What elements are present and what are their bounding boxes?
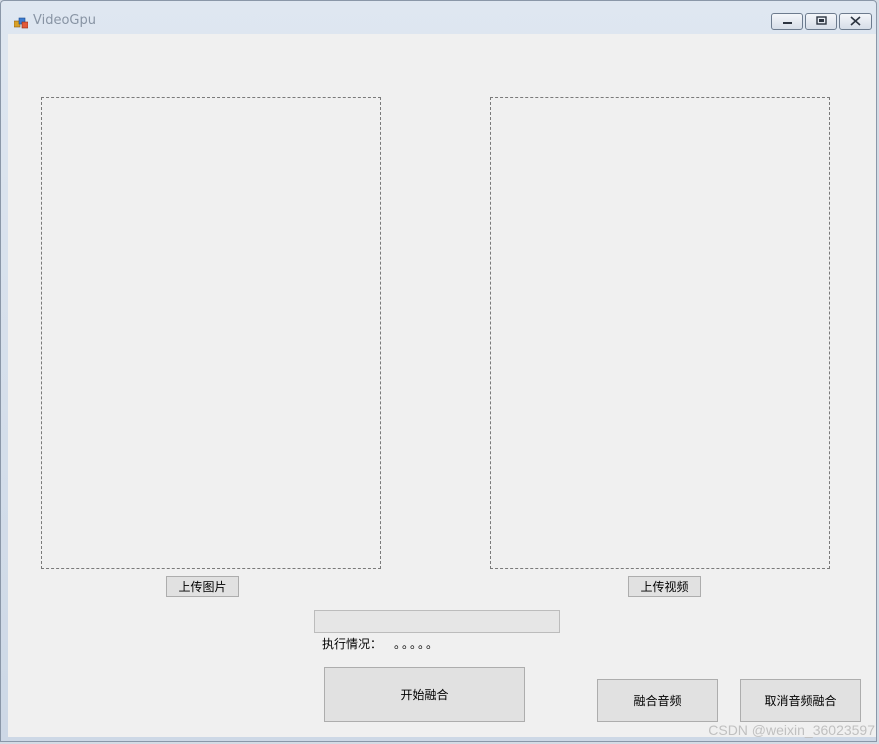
merge-audio-button[interactable]: 融合音频 bbox=[597, 679, 718, 722]
video-preview-box bbox=[490, 97, 830, 569]
title-bar[interactable]: VideoGpu bbox=[1, 1, 876, 35]
upload-image-button[interactable]: 上传图片 bbox=[166, 576, 239, 597]
restore-icon bbox=[816, 16, 827, 25]
status-label: 执行情况： bbox=[322, 637, 383, 651]
close-icon bbox=[850, 16, 861, 26]
form-client-area: 上传图片 上传视频 执行情况： 。。。。。 开始融合 融合音频 取消音频融合 bbox=[8, 34, 876, 737]
app-icon bbox=[13, 14, 29, 29]
upload-video-button[interactable]: 上传视频 bbox=[628, 576, 701, 597]
restore-button[interactable] bbox=[805, 13, 837, 30]
minimize-button[interactable] bbox=[771, 13, 803, 30]
start-merge-button[interactable]: 开始融合 bbox=[324, 667, 525, 722]
window-title: VideoGpu bbox=[33, 13, 96, 28]
status-value: 。。。。。 bbox=[394, 637, 441, 651]
progress-bar bbox=[314, 610, 560, 633]
cancel-audio-merge-button[interactable]: 取消音频融合 bbox=[740, 679, 861, 722]
main-window: VideoGpu 上传图片 上传视频 执行情况： 。。。。。 开始融合 融合音频 bbox=[0, 0, 877, 742]
image-preview-box bbox=[41, 97, 381, 569]
minimize-icon bbox=[783, 22, 792, 24]
watermark: CSDN @weixin_36023597 bbox=[708, 722, 875, 738]
close-button[interactable] bbox=[839, 13, 872, 30]
